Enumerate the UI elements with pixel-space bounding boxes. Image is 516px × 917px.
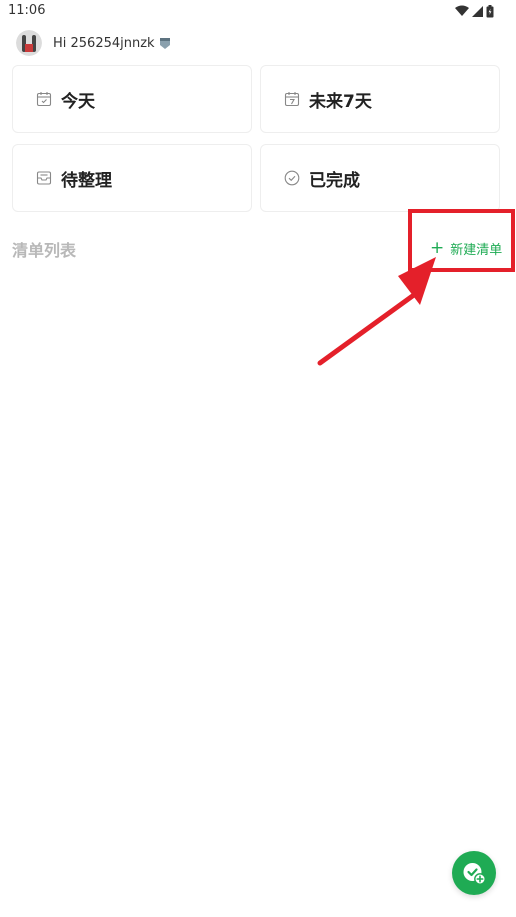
avatar[interactable]: [16, 30, 42, 56]
member-badge-icon: [159, 37, 171, 50]
status-time: 11:06: [8, 3, 46, 18]
check-circle-icon: [284, 170, 300, 186]
smart-list-done-label: 已完成: [309, 170, 360, 191]
status-icons: [455, 4, 494, 18]
inbox-tray-icon: [36, 170, 52, 186]
smart-list-inbox-label: 待整理: [61, 170, 112, 191]
smart-list-next7-label: 未来7天: [309, 91, 372, 112]
add-task-icon: [461, 860, 487, 886]
annotation-arrow: [317, 257, 436, 366]
calendar-7-icon: [284, 91, 300, 107]
wifi-icon: [455, 5, 469, 16]
greeting-header: Hi 256254jnnzk: [16, 30, 171, 56]
cell-signal-icon: [472, 6, 483, 17]
smart-list-done[interactable]: 已完成: [260, 144, 500, 212]
smart-list-today-label: 今天: [61, 91, 95, 112]
greeting-text: Hi 256254jnnzk: [53, 35, 155, 51]
add-task-fab[interactable]: [452, 851, 496, 895]
status-bar: 11:06: [0, 0, 516, 24]
list-section-title: 清单列表: [12, 241, 77, 260]
smart-list-today[interactable]: 今天: [12, 65, 252, 133]
smart-list-inbox[interactable]: 待整理: [12, 144, 252, 212]
smart-list-next7[interactable]: 未来7天: [260, 65, 500, 133]
calendar-check-icon: [36, 91, 52, 107]
battery-icon: [486, 4, 494, 17]
annotation-highlight-box: [408, 209, 515, 272]
